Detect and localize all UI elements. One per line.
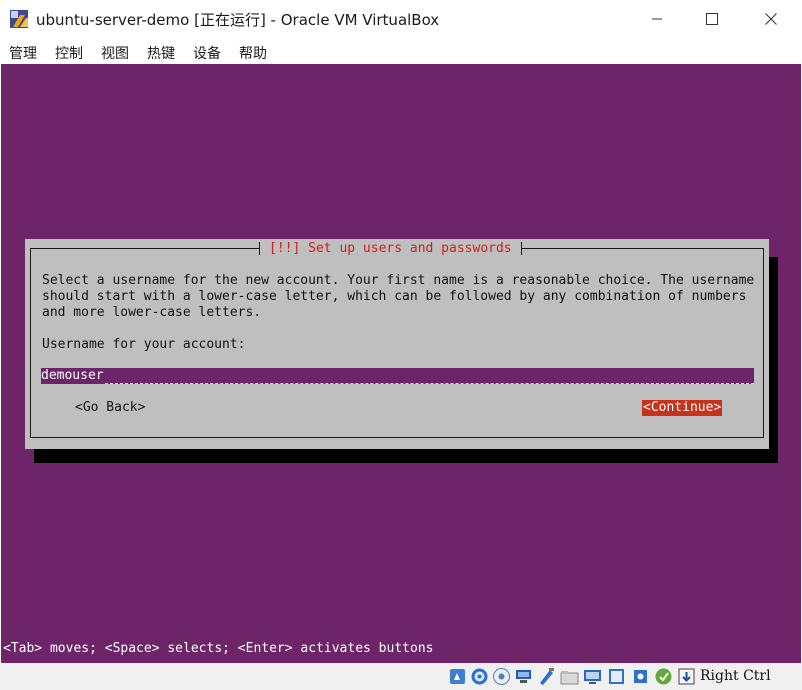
usb-icon[interactable] <box>537 667 556 686</box>
maximize-icon <box>706 13 718 25</box>
minimize-button[interactable] <box>634 0 680 38</box>
username-input[interactable]: demouser <box>41 368 754 384</box>
go-back-button[interactable]: <Go Back> <box>75 400 145 416</box>
shared-folders-icon[interactable] <box>560 667 579 686</box>
mouse-integration-icon[interactable] <box>654 667 673 686</box>
continue-button[interactable]: <Continue> <box>642 400 723 416</box>
keyboard-icon[interactable] <box>677 667 696 686</box>
input-fill <box>105 368 754 384</box>
username-value: demouser <box>41 368 104 383</box>
host-key-label: Right Ctrl <box>700 668 771 684</box>
menu-machine[interactable]: 管理 <box>9 43 37 63</box>
minimize-icon <box>652 18 662 20</box>
network-icon[interactable] <box>514 667 533 686</box>
title-bar: ubuntu-server-demo [正在运行] - Oracle VM Vi… <box>0 0 802 38</box>
vm-display[interactable]: [!!] Set up users and passwords Select a… <box>1 64 801 663</box>
keyboard-help-line: <Tab> moves; <Space> selects; <Enter> ac… <box>3 641 434 656</box>
status-bar: Right Ctrl <box>0 663 802 690</box>
hard-disk-icon[interactable] <box>448 667 467 686</box>
menu-view[interactable]: 视图 <box>101 43 129 63</box>
video-capture-icon[interactable] <box>607 667 626 686</box>
close-button[interactable] <box>748 0 794 38</box>
dialog-description: Select a username for the new account. Y… <box>42 273 755 320</box>
audio-icon[interactable] <box>492 667 511 686</box>
menu-bar: 管理 控制 视图 热键 设备 帮助 <box>0 38 802 64</box>
dialog-title: [!!] Set up users and passwords <box>259 239 522 259</box>
window-title: ubuntu-server-demo [正在运行] - Oracle VM Vi… <box>36 11 440 29</box>
menu-devices[interactable]: 设备 <box>193 43 221 63</box>
virtualbox-icon <box>10 10 28 28</box>
menu-help[interactable]: 帮助 <box>239 43 267 63</box>
username-prompt: Username for your account: <box>42 337 246 352</box>
display-icon[interactable] <box>583 667 602 686</box>
menu-control[interactable]: 控制 <box>55 43 83 63</box>
cpu-icon[interactable] <box>631 667 650 686</box>
close-icon <box>765 13 777 25</box>
optical-drive-icon[interactable] <box>470 667 489 686</box>
installer-dialog: [!!] Set up users and passwords Select a… <box>25 239 769 449</box>
maximize-button[interactable] <box>689 0 735 38</box>
menu-hotkeys[interactable]: 热键 <box>147 43 175 63</box>
